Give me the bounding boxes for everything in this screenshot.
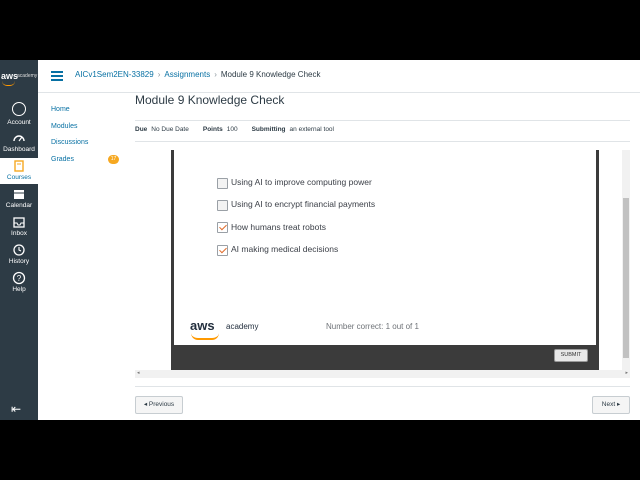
scroll-left-icon[interactable]: ◂ bbox=[137, 370, 140, 376]
points-label: Points bbox=[202, 126, 223, 133]
course-nav-label: Modules bbox=[51, 122, 78, 130]
logo-smile bbox=[2, 81, 15, 86]
submitting-label: Submitting bbox=[251, 126, 286, 133]
collapse-nav-icon[interactable]: ⇤ bbox=[11, 402, 21, 416]
inbox-icon bbox=[13, 217, 25, 228]
global-nav-label: Calendar bbox=[5, 202, 33, 209]
scrollbar-thumb[interactable] bbox=[623, 198, 629, 358]
global-nav-label: Dashboard bbox=[3, 146, 35, 153]
assignment-details: Due No Due Date Points 100 Submitting an exte… bbox=[135, 126, 334, 133]
option-checkbox-checked[interactable] bbox=[217, 222, 228, 233]
global-nav-help[interactable]: ? Help bbox=[0, 270, 38, 296]
breadcrumb-current: Module 9 Knowledge Check bbox=[220, 70, 321, 79]
dashboard-icon bbox=[13, 135, 25, 142]
calendar-icon bbox=[14, 190, 24, 199]
breadcrumb: AICv1Sem2EN-33829 › Assignments › Module 9 K… bbox=[75, 70, 320, 79]
breadcrumb-separator-icon: › bbox=[214, 70, 217, 79]
breadcrumb-assignments[interactable]: Assignments bbox=[164, 70, 210, 79]
global-nav-label: Help bbox=[12, 286, 26, 293]
global-nav-dashboard[interactable]: Dashboard bbox=[0, 130, 38, 156]
course-nav-label: Discussions bbox=[51, 139, 89, 146]
option-checkbox[interactable] bbox=[217, 200, 228, 211]
global-nav-calendar[interactable]: Calendar bbox=[0, 186, 38, 212]
scroll-right-icon[interactable]: ▸ bbox=[625, 370, 628, 376]
due-value: No Due Date bbox=[151, 126, 189, 133]
global-nav-label: Account bbox=[7, 119, 31, 126]
option-checkbox-checked[interactable] bbox=[217, 245, 228, 256]
account-icon bbox=[12, 102, 26, 116]
due-label: Due bbox=[135, 126, 148, 133]
global-nav-courses[interactable]: Courses bbox=[0, 158, 38, 184]
help-icon: ? bbox=[12, 271, 26, 285]
footer-logo-smile bbox=[191, 333, 219, 340]
global-nav-label: Courses bbox=[6, 174, 32, 181]
option-label: AI making medical decisions bbox=[231, 244, 339, 254]
footer-divider bbox=[135, 386, 630, 387]
points-value: 100 bbox=[226, 126, 238, 133]
global-nav: aws academy Account Dashboard Courses Ca… bbox=[0, 60, 38, 420]
breadcrumb-separator-icon: › bbox=[157, 70, 161, 79]
course-nav-discussions[interactable]: Discussions bbox=[51, 139, 131, 156]
meta-divider bbox=[135, 120, 630, 121]
external-tool-frame: Using AI to improve computing power Usin… bbox=[171, 150, 599, 370]
logo-subtext: academy bbox=[17, 73, 38, 79]
svg-text:?: ? bbox=[17, 274, 22, 283]
submit-button[interactable]: SUBMIT bbox=[554, 349, 588, 362]
browser-viewport: aws academy Account Dashboard Courses Ca… bbox=[0, 60, 640, 420]
option-checkbox[interactable] bbox=[217, 178, 228, 189]
breadcrumb-course[interactable]: AICv1Sem2EN-33829 bbox=[75, 70, 154, 79]
courses-icon bbox=[14, 160, 24, 172]
option-label: How humans treat robots bbox=[231, 222, 326, 232]
result-text: Number correct: 1 out of 1 bbox=[326, 322, 419, 331]
next-button[interactable]: Next ▸ bbox=[592, 396, 630, 414]
aws-academy-logo[interactable]: aws academy bbox=[0, 68, 38, 88]
footer-logo-text: aws bbox=[190, 318, 215, 333]
course-nav-grades[interactable]: Grades 17 bbox=[51, 154, 131, 173]
submitting-value: an external tool bbox=[289, 126, 334, 133]
history-icon bbox=[13, 244, 25, 256]
course-nav-home[interactable]: Home bbox=[51, 106, 131, 123]
grades-count-badge: 17 bbox=[108, 154, 119, 164]
option-label: Using AI to encrypt financial payments bbox=[231, 199, 376, 209]
course-nav-modules[interactable]: Modules bbox=[51, 123, 131, 140]
horizontal-scrollbar[interactable]: ◂ ▸ bbox=[135, 370, 630, 378]
logo-text: aws bbox=[1, 71, 19, 81]
global-nav-account[interactable]: Account bbox=[0, 100, 38, 128]
course-nav-label: Home bbox=[51, 106, 70, 113]
global-nav-inbox[interactable]: Inbox bbox=[0, 214, 38, 240]
global-nav-history[interactable]: History bbox=[0, 242, 38, 268]
vertical-scrollbar[interactable] bbox=[622, 150, 630, 370]
page-title: Module 9 Knowledge Check bbox=[135, 93, 285, 107]
course-menu-toggle-icon[interactable] bbox=[51, 71, 63, 83]
global-nav-label: Inbox bbox=[11, 230, 27, 237]
previous-button[interactable]: ◂ Previous bbox=[135, 396, 183, 414]
footer-logo-subtext: academy bbox=[226, 322, 259, 331]
header-divider bbox=[38, 92, 640, 93]
course-nav: Home Modules Discussions Grades 17 bbox=[51, 106, 131, 172]
aws-academy-footer-logo: aws academy bbox=[190, 318, 280, 340]
course-nav-label: Grades bbox=[51, 155, 74, 163]
global-nav-label: History bbox=[8, 258, 30, 265]
tool-footer-bar: SUBMIT bbox=[174, 345, 596, 370]
option-label: Using AI to improve computing power bbox=[231, 177, 372, 187]
meta-divider bbox=[135, 141, 630, 142]
